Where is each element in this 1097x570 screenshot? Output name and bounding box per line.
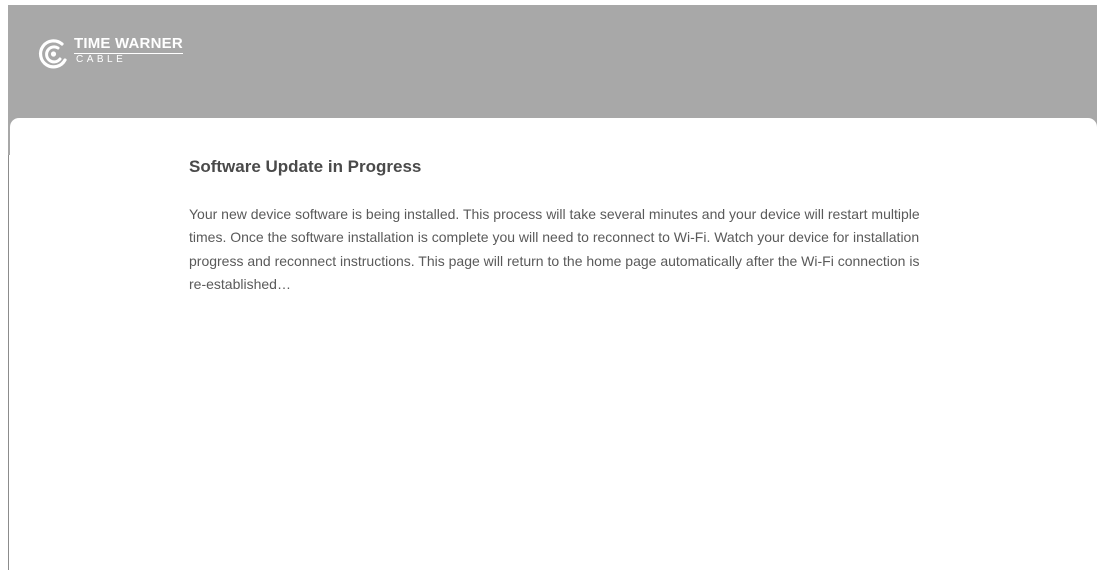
main-content: Software Update in Progress Your new dev… bbox=[189, 155, 929, 297]
brand-name-line2: CABLE bbox=[76, 54, 127, 65]
update-status-message: Your new device software is being instal… bbox=[189, 206, 920, 293]
left-border-divider bbox=[8, 155, 9, 570]
brand-wordmark: TIME WARNER CABLE bbox=[74, 36, 183, 65]
page: TIME WARNER CABLE Software Update in Pro… bbox=[0, 0, 1097, 570]
brand-name-line1: TIME WARNER bbox=[74, 35, 183, 54]
page-title: Software Update in Progress bbox=[189, 157, 422, 176]
eye-ear-logo-icon bbox=[38, 39, 67, 69]
brand-logo: TIME WARNER CABLE bbox=[38, 36, 183, 70]
